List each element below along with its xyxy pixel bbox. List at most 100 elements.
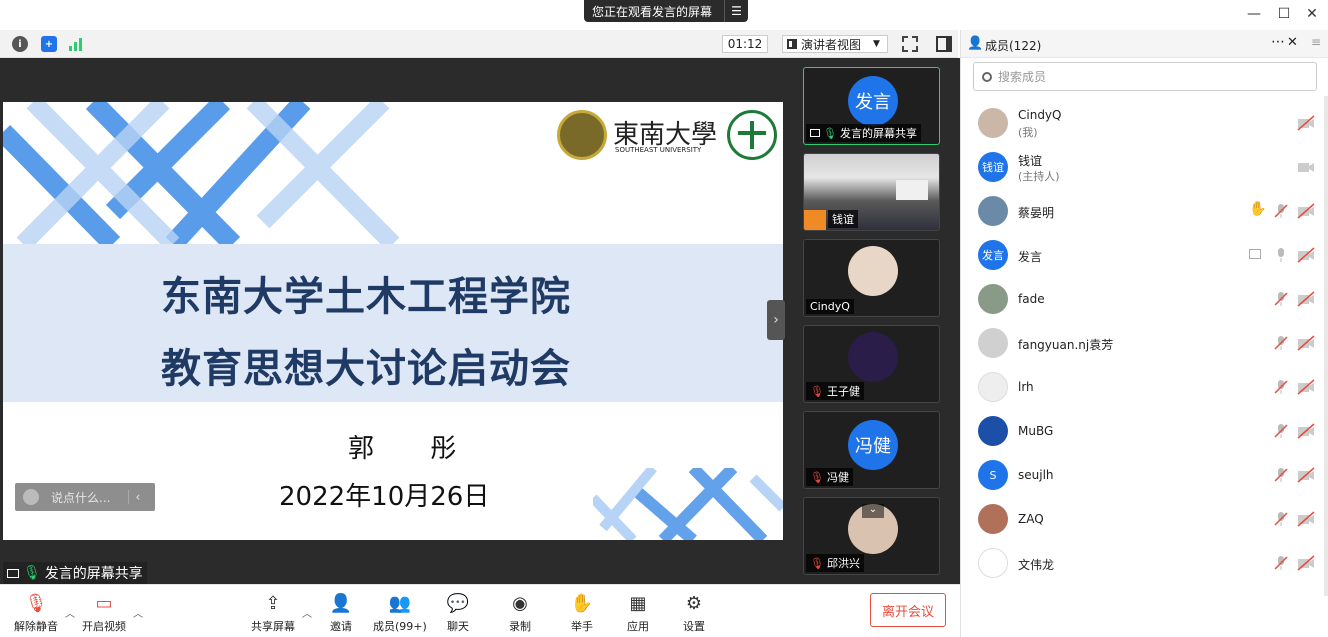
slide-date: 2022年10月26日 — [279, 482, 490, 512]
member-row[interactable]: MuBG — [961, 409, 1315, 453]
signal-icon[interactable] — [69, 37, 85, 51]
unmute-button[interactable]: 🎙 解除静音 — [14, 591, 58, 634]
avatar — [978, 284, 1008, 314]
avatar — [848, 332, 898, 382]
video-off-icon[interactable] — [1297, 115, 1315, 131]
raise-hand-button[interactable]: ✋ 举手 — [570, 591, 594, 634]
invite-button[interactable]: 👤 邀请 — [329, 591, 353, 634]
thumbnail-speaker-share[interactable]: 发言 🎙 发言的屏幕共享 — [803, 67, 940, 145]
thumbnail-fengjian[interactable]: 冯健 🎙 冯健 — [803, 411, 940, 489]
emoji-icon[interactable] — [23, 489, 39, 505]
mic-muted-icon[interactable] — [1273, 511, 1289, 527]
scrollbar[interactable] — [1324, 96, 1328, 596]
mic-icon: 🎙 — [823, 126, 837, 140]
sidebar-toggle-icon[interactable] — [936, 36, 952, 52]
minimize-button[interactable]: — — [1242, 4, 1266, 24]
member-row[interactable]: ZAQ — [961, 497, 1315, 541]
audio-options-caret[interactable]: ︿ — [65, 605, 75, 620]
share-screen-icon: ⇪ — [265, 592, 281, 614]
mic-muted-icon[interactable] — [1273, 555, 1289, 571]
maximize-button[interactable]: ☐ — [1272, 4, 1296, 24]
thumbnail-cindyq[interactable]: CindyQ — [803, 239, 940, 317]
video-off-icon[interactable] — [1297, 555, 1315, 571]
search-icon — [982, 71, 992, 82]
shared-slide: 東南大學 SOUTHEAST UNIVERSITY 东南大学土木工程学院 教育思… — [3, 102, 783, 540]
chat-icon: 💬 — [446, 592, 470, 614]
chevron-down-icon[interactable]: ⌄ — [862, 504, 884, 518]
thumbnail-label: CindyQ — [806, 299, 854, 314]
member-name: 蔡晏明 — [1018, 206, 1055, 220]
member-row[interactable]: fangyuan.nj袁芳 — [961, 321, 1315, 365]
mic-muted-icon: 🎙 — [810, 470, 824, 484]
view-selector-label: 演讲者视图 — [801, 37, 862, 52]
video-off-icon[interactable] — [1297, 423, 1315, 439]
leave-meeting-button[interactable]: 离开会议 — [870, 593, 946, 627]
fullscreen-icon[interactable] — [902, 36, 918, 52]
member-name: seujlh — [1018, 468, 1054, 482]
video-off-icon[interactable] — [1297, 247, 1315, 263]
list-icon[interactable]: ☰ — [724, 0, 748, 22]
thumbnail-wangzijian[interactable]: 🎙 王子健 — [803, 325, 940, 403]
view-selector[interactable]: 演讲者视图 ▼ — [782, 35, 888, 53]
avatar — [978, 108, 1008, 138]
video-off-icon[interactable] — [1297, 379, 1315, 395]
viewing-banner-text: 您正在观看发言的屏幕 — [592, 4, 713, 19]
shield-icon[interactable]: + — [41, 36, 57, 52]
school-logo — [727, 110, 777, 160]
member-row[interactable]: 文伟龙 — [961, 541, 1315, 585]
member-search-input[interactable]: 搜索成员 — [973, 62, 1317, 91]
video-options-caret[interactable]: ︿ — [133, 605, 143, 620]
logo-text-en: SOUTHEAST UNIVERSITY — [615, 146, 702, 154]
share-options-caret[interactable]: ︿ — [302, 605, 312, 620]
member-row[interactable]: CindyQ (我) — [961, 101, 1315, 145]
settings-button[interactable]: ⚙ 设置 — [682, 591, 706, 634]
thumbnail-qiuhongxing[interactable]: ⌄ 🎙 邱洪兴 — [803, 497, 940, 575]
member-row[interactable]: 蔡晏明 ✋ — [961, 189, 1315, 233]
video-stage: 東南大學 SOUTHEAST UNIVERSITY 东南大学土木工程学院 教育思… — [0, 58, 960, 584]
avatar: 钱谊 — [978, 152, 1008, 182]
chat-button[interactable]: 💬 聊天 — [446, 591, 470, 634]
close-panel-icon[interactable]: ✕ — [1287, 35, 1298, 50]
record-button[interactable]: ◉ 录制 — [508, 591, 532, 634]
mic-muted-icon[interactable] — [1273, 467, 1289, 483]
members-button[interactable]: 👥 成员(99+) — [373, 591, 427, 634]
video-off-icon[interactable] — [1297, 467, 1315, 483]
thumbnail-qianyi[interactable]: 钱谊 — [803, 153, 940, 231]
start-video-button[interactable]: ▭ 开启视频 — [82, 591, 126, 634]
projector-screen — [896, 180, 928, 200]
video-off-icon[interactable] — [1297, 335, 1315, 351]
more-icon[interactable]: ⋯ — [1271, 34, 1285, 50]
mic-icon[interactable] — [1273, 247, 1289, 263]
apps-button[interactable]: ▦ 应用 — [626, 591, 650, 634]
chevron-left-icon[interactable]: ‹ — [128, 490, 140, 504]
mic-muted-icon[interactable] — [1273, 291, 1289, 307]
member-row[interactable]: Sseujlh — [961, 453, 1315, 497]
mic-muted-icon[interactable] — [1273, 203, 1289, 219]
member-row[interactable]: 发言 发言 — [961, 233, 1315, 277]
chevron-down-icon: ▼ — [873, 39, 880, 49]
share-screen-button[interactable]: ⇪ 共享屏幕 — [251, 591, 295, 634]
video-off-icon[interactable] — [1297, 511, 1315, 527]
mic-muted-icon[interactable] — [1273, 379, 1289, 395]
mic-muted-icon[interactable] — [1273, 335, 1289, 351]
record-icon: ◉ — [512, 592, 528, 614]
menu-icon[interactable]: ≡ — [1311, 35, 1321, 49]
hand-raised-icon: ✋ — [1249, 201, 1267, 217]
video-off-icon[interactable] — [1297, 159, 1315, 175]
members-panel: 👤 成员(122) ⋯ ✕ ≡ 搜索成员 CindyQ (我) 钱谊 钱谊 (主持人) 蔡… — [960, 30, 1328, 637]
close-button[interactable]: ✕ — [1300, 4, 1324, 24]
thumbnail-label: 🎙 王子健 — [806, 382, 864, 400]
video-off-icon[interactable] — [1297, 291, 1315, 307]
collapse-thumbnails-button[interactable]: › — [767, 300, 785, 340]
chat-input-bubble[interactable]: 说点什么... ‹ — [15, 483, 155, 511]
slide-title-line1: 东南大学土木工程学院 — [161, 274, 571, 320]
member-row[interactable]: lrh — [961, 365, 1315, 409]
mic-muted-icon[interactable] — [1273, 423, 1289, 439]
slide-author: 郭 彤 — [348, 434, 481, 464]
info-icon[interactable]: i — [12, 36, 28, 52]
avatar — [978, 372, 1008, 402]
video-off-icon[interactable] — [1297, 203, 1315, 219]
member-row[interactable]: fade — [961, 277, 1315, 321]
member-row[interactable]: 钱谊 钱谊 (主持人) — [961, 145, 1314, 189]
member-name: 钱谊 — [1018, 154, 1043, 168]
